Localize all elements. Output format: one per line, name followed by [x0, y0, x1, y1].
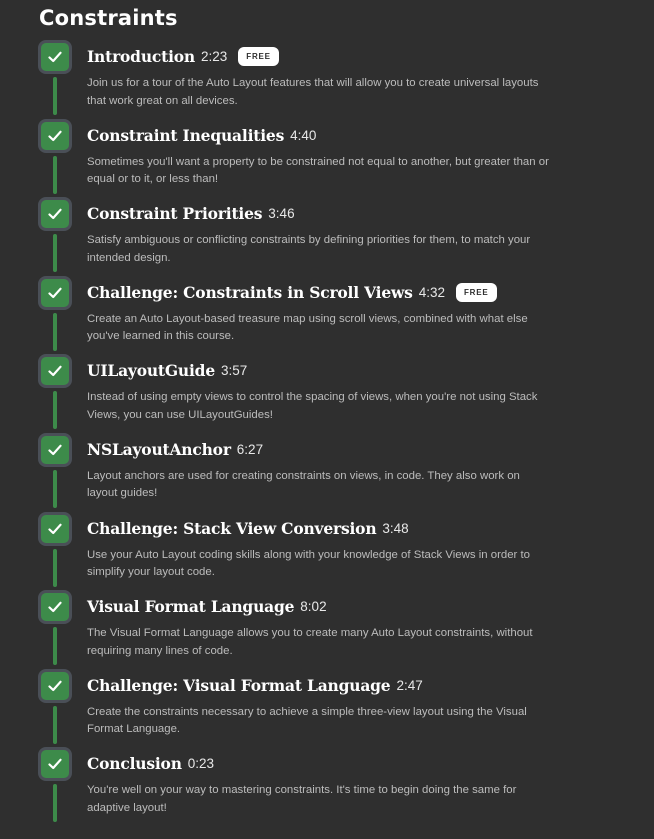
lesson-description: Instead of using empty views to control … [87, 391, 538, 421]
lesson-description: Satisfy ambiguous or conflicting constra… [87, 234, 531, 264]
lesson-description: Use your Auto Layout coding skills along… [87, 548, 530, 579]
lesson-item[interactable]: Challenge: Constraints in Scroll Views 4:… [0, 275, 654, 355]
lesson-description: Create an Auto Layout-based treasure map… [87, 312, 528, 343]
progress-connector [53, 784, 57, 823]
lesson-heading: Constraint Inequalities 4:40 [87, 126, 316, 145]
lesson-item[interactable]: Visual Format Language 8:02 The Visual For… [0, 590, 654, 669]
lesson-title[interactable]: Visual Format Language [87, 597, 294, 616]
lesson-item[interactable]: Introduction 2:23 FREE Join us for a tour o… [0, 40, 654, 119]
lesson-duration: 6:27 [236, 441, 264, 457]
lesson-duration: 2:23 [201, 49, 228, 64]
lesson-heading: NSLayoutAnchor 6:27 [87, 440, 263, 459]
checkmark-icon[interactable] [38, 118, 72, 153]
progress-connector [53, 705, 57, 744]
lesson-item[interactable]: Conclusion 0:23 You're well on your way to… [0, 747, 654, 826]
lesson-heading: Introduction 2:23 FREE [87, 47, 279, 66]
lesson-description: Sometimes you'll want a property to be c… [87, 155, 549, 186]
lesson-title[interactable]: Challenge: Constraints in Scroll Views [87, 283, 413, 302]
section-title: Constraints [39, 6, 178, 30]
lesson-description: Create the constraints necessary to achi… [87, 705, 527, 736]
lesson-duration: 3:46 [268, 206, 295, 222]
lesson-item[interactable]: Constraint Priorities 3:46 Satisfy ambiguo… [0, 197, 654, 276]
lesson-title[interactable]: Constraint Priorities [87, 204, 262, 223]
checkmark-icon[interactable] [38, 354, 72, 389]
free-badge: FREE [238, 47, 279, 66]
lesson-title[interactable]: Challenge: Stack View Conversion [87, 519, 377, 538]
lesson-title[interactable]: Introduction [87, 47, 195, 66]
free-badge: FREE [455, 282, 497, 302]
lesson-heading: Constraint Priorities 3:46 [87, 204, 295, 223]
lesson-title[interactable]: Conclusion [87, 754, 182, 773]
lesson-duration: 3:48 [382, 520, 409, 536]
checkmark-icon[interactable] [38, 747, 72, 782]
checkmark-icon[interactable] [38, 590, 72, 625]
lesson-heading: Challenge: Visual Format Language 2:47 [87, 676, 423, 695]
lesson-description: Join us for a tour of the Auto Layout fe… [87, 77, 539, 107]
lesson-list: Introduction 2:23 FREE Join us for a tour o… [0, 40, 654, 826]
lesson-heading: Challenge: Constraints in Scroll Views 4:… [87, 282, 497, 302]
lesson-duration: 4:32 [418, 284, 445, 300]
progress-connector [53, 155, 57, 194]
lesson-duration: 0:23 [187, 756, 215, 772]
progress-connector [53, 627, 57, 666]
lesson-duration: 3:57 [220, 363, 248, 379]
progress-connector [53, 469, 57, 508]
lesson-heading: Challenge: Stack View Conversion 3:48 [87, 519, 409, 538]
lesson-title[interactable]: Constraint Inequalities [87, 126, 284, 145]
lesson-heading: Conclusion 0:23 [87, 754, 214, 773]
progress-connector [53, 77, 57, 115]
checkmark-icon[interactable] [38, 511, 72, 546]
lesson-item[interactable]: UILayoutGuide 3:57 Instead of using empty … [0, 354, 654, 433]
lesson-item[interactable]: Challenge: Stack View Conversion 3:48 Use … [0, 511, 654, 591]
checkmark-icon[interactable] [38, 275, 72, 310]
checkmark-icon[interactable] [38, 668, 72, 703]
lesson-title[interactable]: Challenge: Visual Format Language [87, 676, 391, 695]
lesson-description: You're well on your way to mastering con… [87, 784, 517, 814]
lesson-duration: 4:40 [290, 127, 317, 143]
lesson-duration: 8:02 [300, 599, 327, 615]
lesson-description: Layout anchors are used for creating con… [87, 469, 520, 500]
progress-connector [53, 548, 57, 587]
progress-connector [53, 391, 57, 430]
lesson-title[interactable]: UILayoutGuide [87, 361, 215, 380]
progress-connector [53, 312, 57, 351]
lesson-title[interactable]: NSLayoutAnchor [87, 440, 231, 459]
lesson-item[interactable]: NSLayoutAnchor 6:27 Layout anchors are use… [0, 432, 654, 512]
progress-connector [53, 234, 57, 273]
lesson-heading: Visual Format Language 8:02 [87, 597, 327, 616]
checkmark-icon[interactable] [38, 197, 72, 232]
lesson-description: The Visual Format Language allows you to… [87, 627, 533, 657]
lesson-heading: UILayoutGuide 3:57 [87, 361, 247, 380]
checkmark-icon[interactable] [38, 432, 72, 467]
lesson-item[interactable]: Challenge: Visual Format Language 2:47 Cre… [0, 668, 654, 748]
lesson-item[interactable]: Constraint Inequalities 4:40 Sometimes you… [0, 118, 654, 198]
lesson-duration: 2:47 [396, 677, 423, 693]
checkmark-icon[interactable] [38, 40, 72, 74]
